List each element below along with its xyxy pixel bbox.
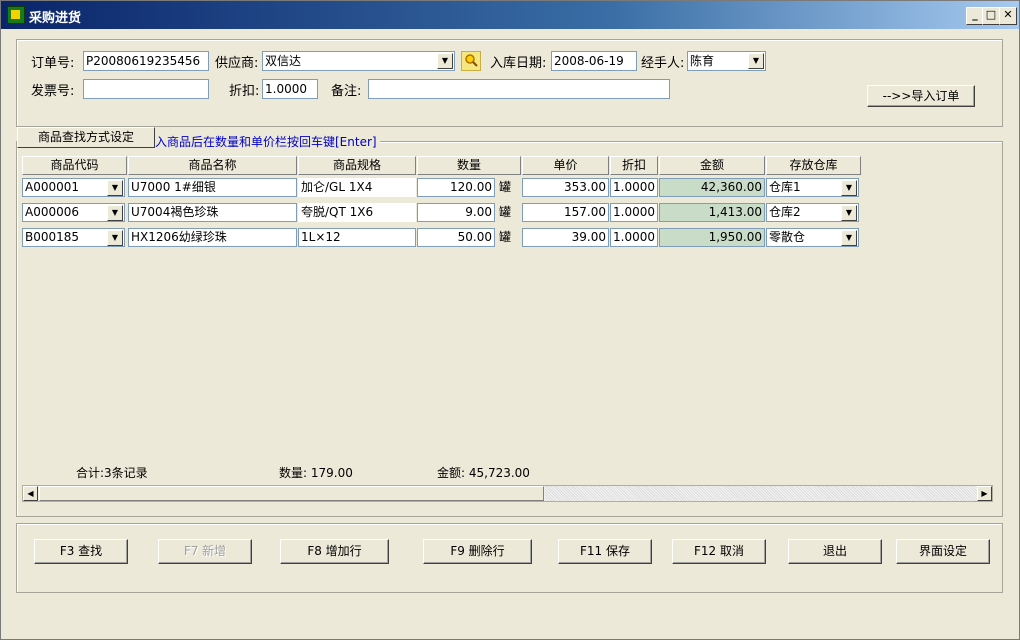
date-field[interactable]: 2008-06-19 [551, 51, 637, 71]
row-code-select[interactable]: B000185 ▼ [22, 228, 125, 247]
supplier-select[interactable]: 双信达 ▼ [262, 51, 455, 71]
window-title: 采购进货 [29, 11, 82, 26]
column-header-qty[interactable]: 数量 [417, 156, 521, 175]
row-qty[interactable]: 120.00 [417, 178, 495, 197]
title-bar: 采购进货 _ □ ✕ [1, 1, 1019, 29]
date-label: 入库日期: [490, 56, 547, 71]
row-amount: 42,360.00 [659, 178, 765, 197]
chevron-down-icon[interactable]: ▼ [107, 230, 123, 246]
invoice-field[interactable] [83, 79, 209, 99]
chevron-down-icon[interactable]: ▼ [841, 230, 857, 246]
row-name[interactable]: U7004褐色珍珠 [128, 203, 297, 222]
row-discount[interactable]: 1.0000 [610, 178, 658, 197]
horizontal-scrollbar[interactable]: ◀ ▶ [22, 485, 993, 502]
column-header-spec[interactable]: 商品规格 [298, 156, 416, 175]
row-name[interactable]: U7000 1#细银 [128, 178, 297, 197]
column-header-amount[interactable]: 金额 [659, 156, 765, 175]
row-qty[interactable]: 50.00 [417, 228, 495, 247]
chevron-down-icon[interactable]: ▼ [107, 180, 123, 196]
note-label: 备注: [331, 84, 362, 99]
tab-search-settings[interactable]: 商品查找方式设定 [17, 127, 155, 148]
note-field[interactable] [368, 79, 670, 99]
cancel-button[interactable]: F12 取消 [672, 539, 766, 564]
row-code: A000001 [25, 180, 80, 194]
grid-panel [16, 141, 1003, 517]
row-warehouse: 仓库1 [769, 180, 801, 194]
scroll-right-icon[interactable]: ▶ [977, 486, 992, 501]
maximize-button[interactable]: □ [982, 7, 1000, 25]
row-price[interactable]: 353.00 [522, 178, 609, 197]
scroll-thumb[interactable] [39, 486, 544, 501]
chevron-down-icon[interactable]: ▼ [841, 180, 857, 196]
scroll-left-icon[interactable]: ◀ [23, 486, 38, 501]
handler-select[interactable]: 陈育 ▼ [687, 51, 766, 71]
supplier-label: 供应商: [215, 56, 259, 71]
total-amount: 金额: 45,723.00 [437, 466, 530, 480]
chevron-down-icon[interactable]: ▼ [841, 205, 857, 221]
row-amount: 1,413.00 [659, 203, 765, 222]
supplier-value: 双信达 [265, 54, 302, 68]
handler-value: 陈育 [690, 54, 715, 68]
row-discount[interactable]: 1.0000 [610, 203, 658, 222]
row-code: B000185 [25, 230, 80, 244]
row-discount[interactable]: 1.0000 [610, 228, 658, 247]
import-order-button[interactable]: -->>导入订单 [867, 85, 975, 107]
column-header-warehouse[interactable]: 存放仓库 [766, 156, 861, 175]
row-unit: 罐 [499, 180, 512, 194]
row-warehouse-select[interactable]: 仓库2 ▼ [766, 203, 859, 222]
row-price[interactable]: 157.00 [522, 203, 609, 222]
magnifier-icon[interactable] [461, 51, 481, 71]
row-amount: 1,950.00 [659, 228, 765, 247]
row-code-select[interactable]: A000006 ▼ [22, 203, 125, 222]
row-warehouse-select[interactable]: 仓库1 ▼ [766, 178, 859, 197]
column-header-discount[interactable]: 折扣 [610, 156, 658, 175]
row-warehouse-select[interactable]: 零散仓 ▼ [766, 228, 859, 247]
order-number-label: 订单号: [31, 56, 75, 71]
row-code: A000006 [25, 205, 80, 219]
interface-settings-button[interactable]: 界面设定 [896, 539, 990, 564]
exit-button[interactable]: 退出 [788, 539, 882, 564]
total-quantity: 数量: 179.00 [279, 466, 353, 480]
main-window: 采购进货 _ □ ✕ 订单号: P20080619235456 供应商: 双信达… [0, 0, 1020, 640]
discount-label: 折扣: [229, 84, 260, 99]
discount-field[interactable]: 1.0000 [262, 79, 318, 99]
entry-hint: 入商品后在数量和单价栏按回车键[Enter] [155, 133, 380, 150]
scroll-track[interactable] [545, 486, 977, 501]
row-price[interactable]: 39.00 [522, 228, 609, 247]
handler-label: 经手人: [641, 56, 685, 71]
row-unit: 罐 [499, 205, 512, 219]
row-qty[interactable]: 9.00 [417, 203, 495, 222]
find-button[interactable]: F3 查找 [34, 539, 128, 564]
row-warehouse: 仓库2 [769, 205, 801, 219]
chevron-down-icon[interactable]: ▼ [107, 205, 123, 221]
add-row-button[interactable]: F8 增加行 [280, 539, 389, 564]
invoice-label: 发票号: [31, 84, 75, 99]
delete-row-button[interactable]: F9 删除行 [423, 539, 532, 564]
new-button: F7 新增 [158, 539, 252, 564]
column-header-name[interactable]: 商品名称 [128, 156, 297, 175]
row-warehouse: 零散仓 [769, 230, 806, 244]
column-header-code[interactable]: 商品代码 [22, 156, 127, 175]
total-records: 合计:3条记录 [76, 466, 148, 480]
chevron-down-icon[interactable]: ▼ [748, 53, 764, 69]
row-code-select[interactable]: A000001 ▼ [22, 178, 125, 197]
chevron-down-icon[interactable]: ▼ [437, 53, 453, 69]
row-name[interactable]: HX1206幼绿珍珠 [128, 228, 297, 247]
row-unit: 罐 [499, 230, 512, 244]
column-header-price[interactable]: 单价 [522, 156, 609, 175]
order-number-field[interactable]: P20080619235456 [83, 51, 209, 71]
row-spec[interactable]: 1L×12 [298, 228, 416, 247]
close-button[interactable]: ✕ [999, 7, 1017, 25]
row-spec[interactable]: 加仑/GL 1X4 [298, 178, 416, 197]
app-icon [7, 6, 25, 24]
save-button[interactable]: F11 保存 [558, 539, 652, 564]
row-spec[interactable]: 夸脱/QT 1X6 [298, 203, 416, 222]
